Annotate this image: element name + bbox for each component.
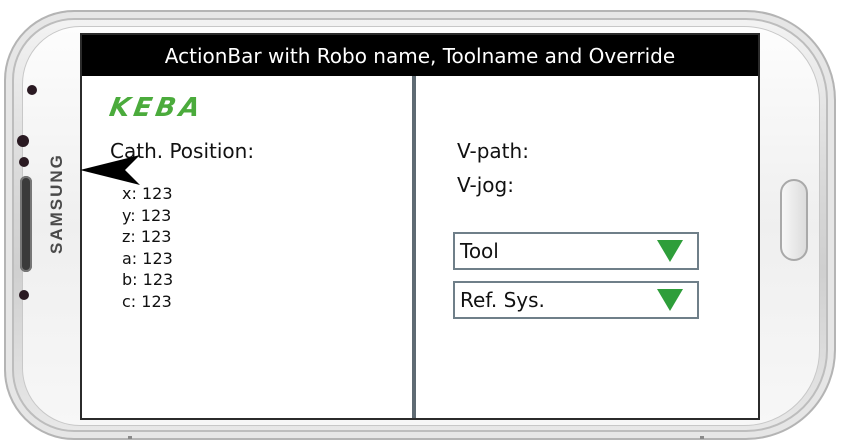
coord-value: 123	[141, 184, 173, 203]
coord-x: x: 123	[122, 183, 173, 205]
tool-dropdown-value: Tool	[460, 239, 499, 263]
home-button[interactable]	[780, 179, 808, 261]
annotation-arrow-icon	[80, 155, 140, 185]
coord-value: 123	[142, 270, 174, 289]
tool-dropdown[interactable]: Tool	[453, 232, 699, 270]
bottom-edge-mark	[700, 436, 704, 439]
coord-label: z:	[122, 227, 136, 246]
action-bar: ActionBar with Robo name, Toolname and O…	[82, 35, 758, 76]
sensor-dot	[19, 157, 29, 167]
coord-value: 123	[141, 291, 172, 311]
triangle-down-icon	[657, 289, 683, 311]
coord-c: c: 123	[122, 291, 173, 313]
coord-label: b:	[122, 270, 138, 289]
coord-b: b: 123	[122, 269, 173, 291]
ref-sys-dropdown[interactable]: Ref. Sys.	[453, 281, 699, 319]
v-jog-label: V-jog:	[457, 173, 514, 197]
coord-label: x:	[122, 184, 137, 203]
coord-y: y: 123	[122, 205, 173, 227]
v-path-label: V-path:	[457, 139, 529, 163]
sensor-dot	[17, 135, 29, 147]
coord-a: a: 123	[122, 248, 173, 270]
bottom-edge-mark	[128, 436, 132, 439]
coord-value: 123	[140, 227, 172, 246]
coord-label: y:	[122, 205, 136, 225]
panel-divider	[412, 76, 416, 418]
triangle-down-icon	[657, 240, 683, 262]
front-camera-dot	[27, 85, 37, 95]
coord-label: a:	[122, 248, 138, 268]
coord-value: 123	[140, 205, 172, 225]
coord-value: 123	[142, 248, 173, 268]
action-bar-title: ActionBar with Robo name, Toolname and O…	[164, 43, 676, 68]
keba-logo: KEBA	[107, 93, 207, 123]
coord-z: z: 123	[122, 226, 173, 248]
earpiece-speaker	[20, 176, 32, 272]
ref-sys-dropdown-value: Ref. Sys.	[460, 288, 545, 312]
sensor-dot	[19, 290, 29, 300]
coord-label: c:	[122, 291, 137, 311]
coordinate-list: x: 123 y: 123 z: 123 a: 123 b: 123 c: 12…	[122, 183, 173, 312]
brand-logo: SAMSUNG	[47, 153, 66, 254]
app-screen: ActionBar with Robo name, Toolname and O…	[80, 33, 760, 420]
